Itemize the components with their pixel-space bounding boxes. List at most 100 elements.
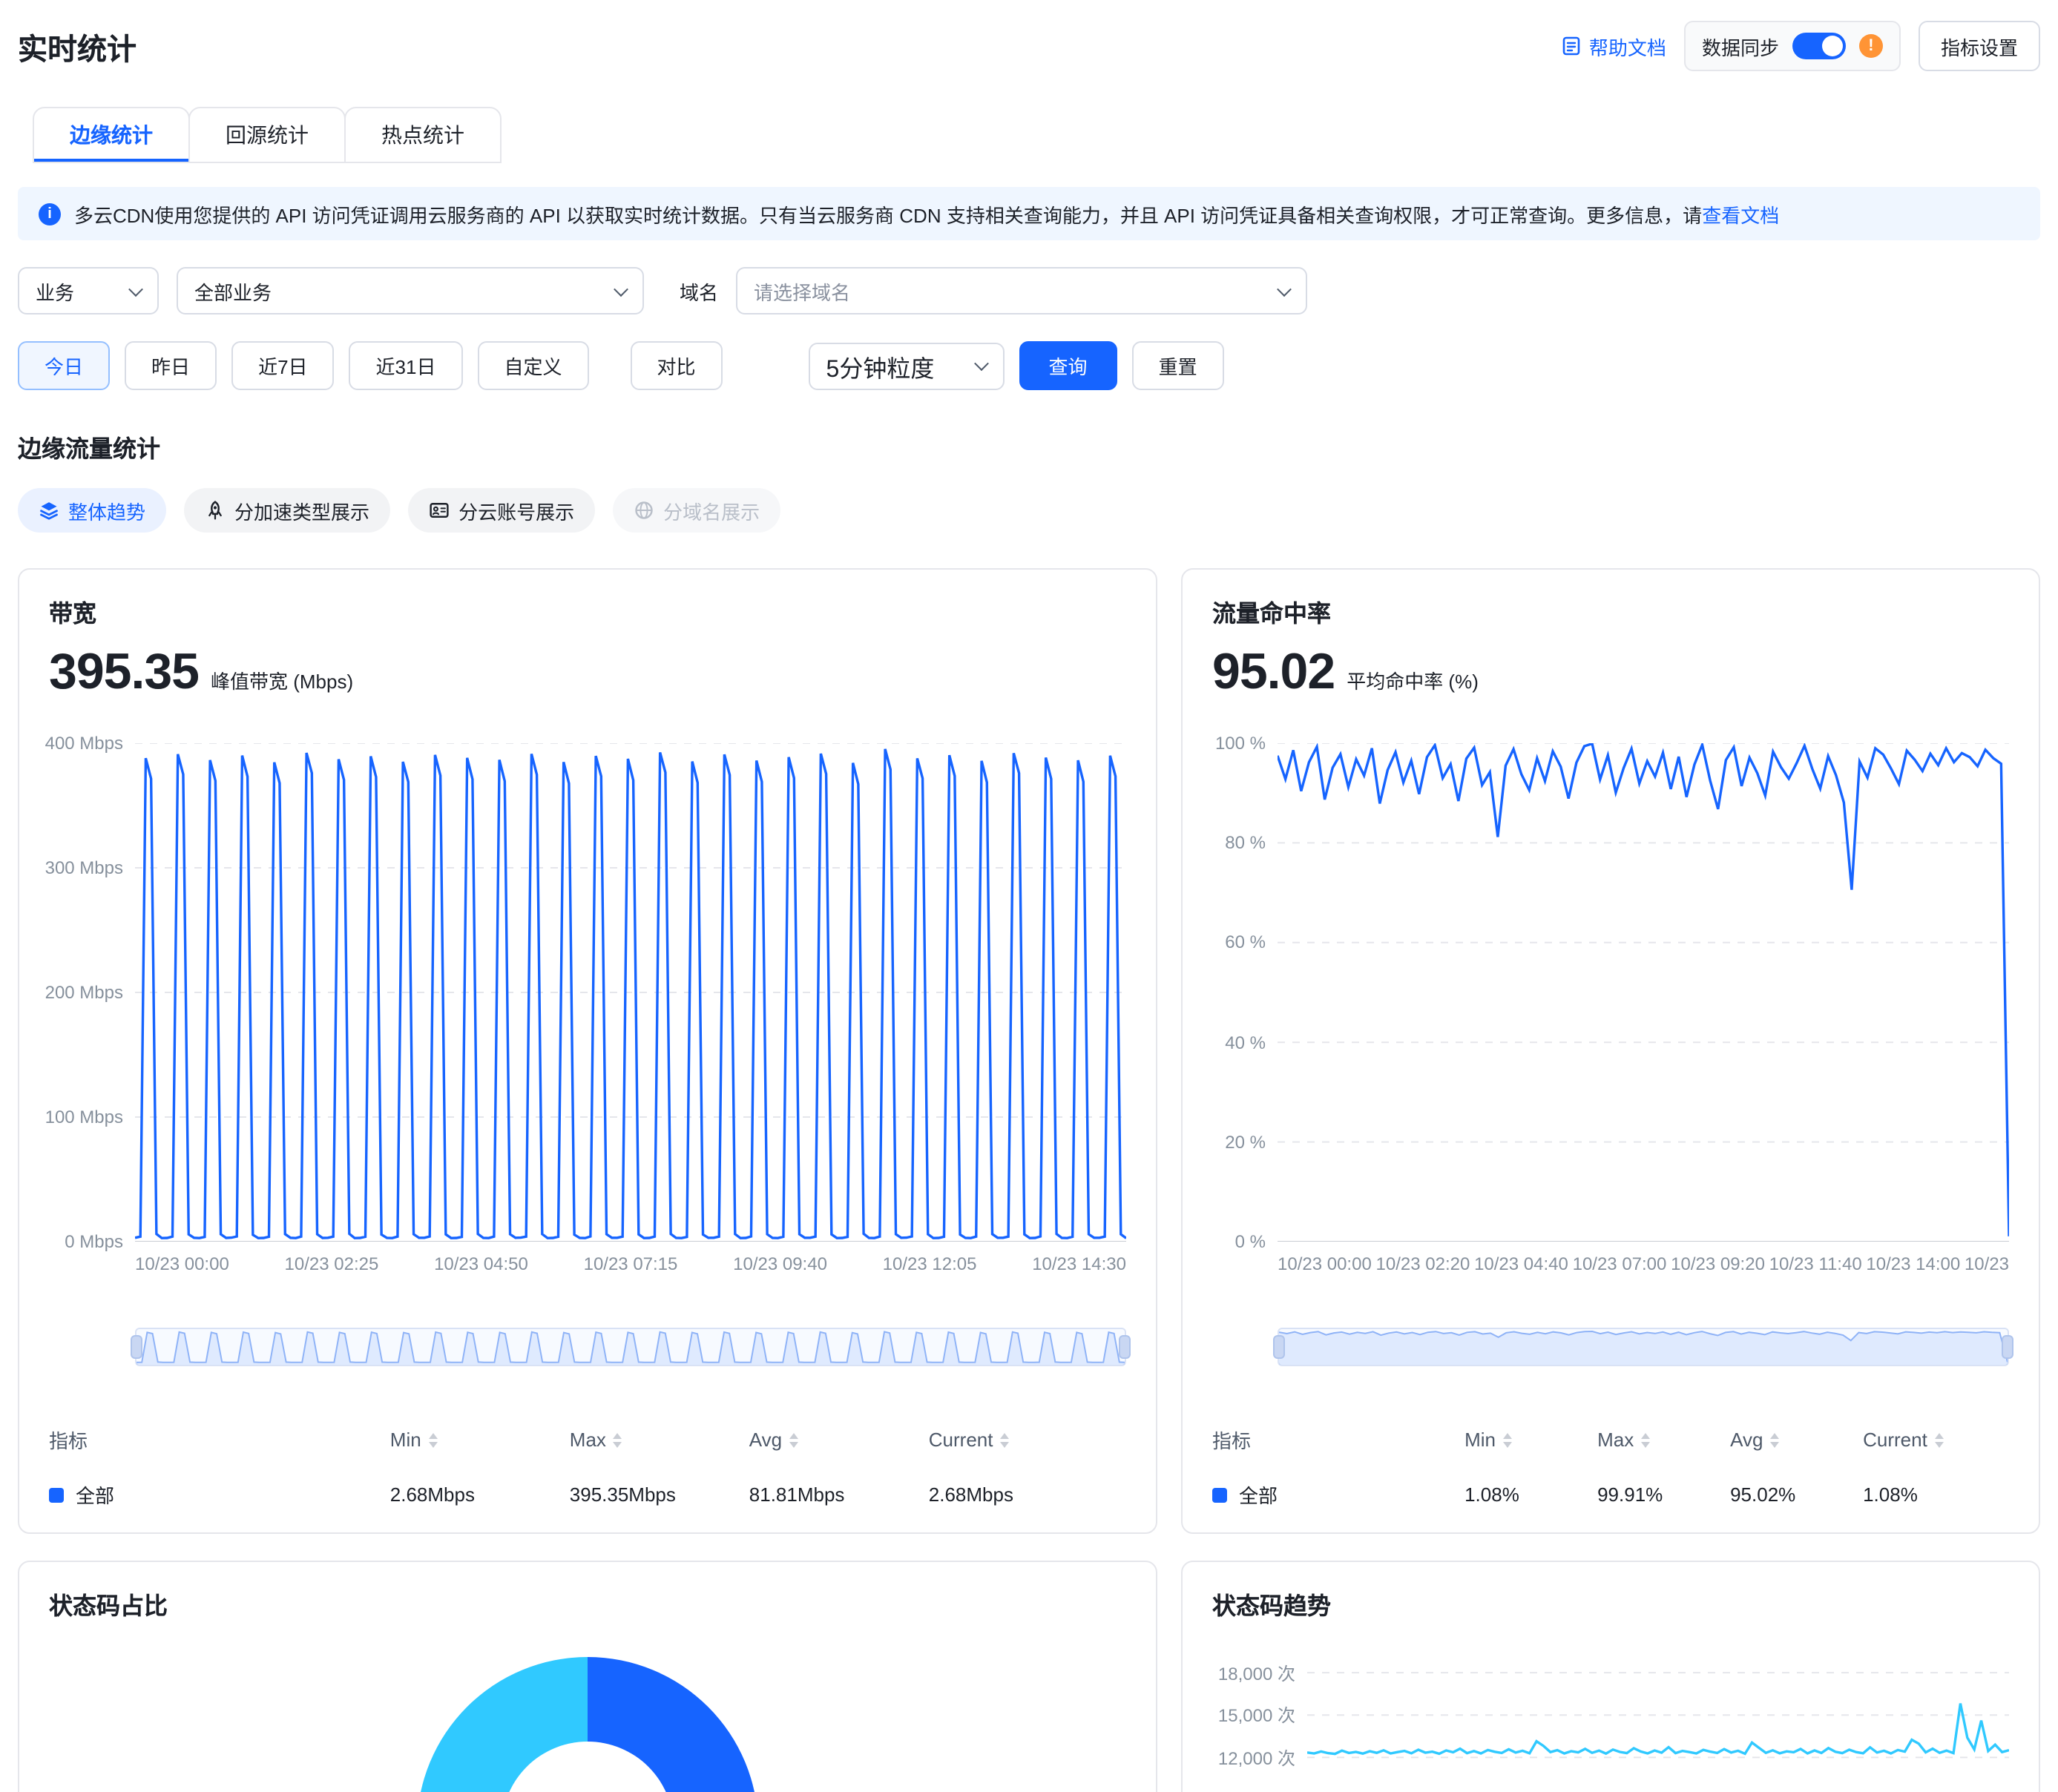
- view-chips: 整体趋势 分加速类型展示 分云账号展示 分域名展示: [18, 488, 2040, 533]
- app-window: 实时统计 帮助文档 数据同步 ! 指标设置 边缘统计 回源统计: [0, 0, 2058, 1792]
- reset-button[interactable]: 重置: [1132, 341, 1224, 390]
- series-swatch: [1212, 1487, 1227, 1502]
- business-type-select[interactable]: 业务: [18, 267, 159, 314]
- time-range-31d[interactable]: 近31日: [349, 341, 463, 390]
- avg-value: 81.81Mbps: [749, 1483, 929, 1506]
- hit-rate-card-title: 流量命中率: [1212, 593, 2009, 629]
- granularity-select[interactable]: 5分钟粒度: [809, 342, 1005, 389]
- metric-settings-button[interactable]: 指标设置: [1919, 21, 2040, 71]
- page-title: 实时统计: [18, 24, 137, 67]
- col-header-max[interactable]: Max: [570, 1429, 749, 1451]
- current-value: 2.68Mbps: [929, 1483, 1126, 1506]
- chevron-down-icon: [974, 356, 989, 371]
- status-code-trend-card: 状态码趋势 12,000 次15,000 次18,000 次: [1181, 1561, 2040, 1792]
- hit-rate-card: 流量命中率 95.02 平均命中率 (%) 0 %20 %40 %60 %80 …: [1181, 568, 2040, 1534]
- bandwidth-line-chart: [135, 743, 1126, 1242]
- sort-icon[interactable]: [1935, 1432, 1944, 1447]
- chip-overall-trend[interactable]: 整体趋势: [18, 488, 166, 533]
- sort-icon[interactable]: [1001, 1432, 1010, 1447]
- time-range-yesterday[interactable]: 昨日: [125, 341, 217, 390]
- chip-by-domain: 分域名展示: [613, 488, 780, 533]
- series-swatch: [49, 1487, 64, 1502]
- business-select[interactable]: 全部业务: [177, 267, 644, 314]
- brush-handle-left[interactable]: [1273, 1335, 1285, 1359]
- min-value: 2.68Mbps: [390, 1483, 570, 1506]
- series-label: 全部: [76, 1480, 114, 1509]
- info-banner: i 多云CDN使用您提供的 API 访问凭证调用云服务商的 API 以获取实时统…: [18, 187, 2040, 240]
- hit-rate-brush[interactable]: [1278, 1328, 2009, 1366]
- hit-rate-y-axis: 0 %20 %40 %60 %80 %100 %: [1212, 743, 1278, 1242]
- sort-icon[interactable]: [789, 1432, 798, 1447]
- series-label: 全部: [1239, 1480, 1278, 1509]
- bandwidth-brush[interactable]: [135, 1328, 1126, 1366]
- bandwidth-x-axis: 10/23 00:0010/23 02:2510/23 04:5010/23 0…: [49, 1254, 1126, 1274]
- hit-rate-avg-value: 95.02: [1212, 644, 1335, 702]
- data-sync-group: 数据同步 !: [1684, 21, 1901, 71]
- bandwidth-card-title: 带宽: [49, 593, 1126, 629]
- toggle-knob: [1822, 36, 1843, 56]
- help-doc-label: 帮助文档: [1589, 32, 1666, 60]
- sort-icon[interactable]: [1770, 1432, 1779, 1447]
- sort-icon[interactable]: [1503, 1432, 1512, 1447]
- bandwidth-peak-value: 395.35: [49, 644, 199, 702]
- data-sync-toggle[interactable]: [1792, 33, 1846, 59]
- time-range-today[interactable]: 今日: [18, 341, 110, 390]
- col-header-min[interactable]: Min: [1464, 1429, 1597, 1451]
- status-trend-y-axis: 12,000 次15,000 次18,000 次: [1212, 1630, 1307, 1792]
- hit-rate-x-axis: 10/23 00:0010/23 02:2010/23 04:4010/23 0…: [1212, 1254, 2009, 1274]
- col-header-metric: 指标: [1212, 1426, 1464, 1454]
- hit-rate-line-chart: [1278, 743, 2009, 1242]
- max-value: 99.91%: [1597, 1483, 1730, 1506]
- chevron-down-icon: [1277, 281, 1292, 296]
- hit-rate-brush-sparkline: [1279, 1329, 2008, 1365]
- tab-origin-stats[interactable]: 回源统计: [188, 107, 346, 163]
- query-button[interactable]: 查询: [1019, 341, 1117, 390]
- max-value: 395.35Mbps: [570, 1483, 749, 1506]
- status-code-ratio-title: 状态码占比: [49, 1586, 1126, 1621]
- brush-handle-right[interactable]: [2002, 1335, 2013, 1359]
- rocket-icon: [205, 500, 226, 521]
- current-value: 1.08%: [1863, 1483, 2009, 1506]
- chevron-down-icon: [128, 281, 143, 296]
- help-doc-link[interactable]: 帮助文档: [1561, 32, 1666, 60]
- time-controls: 今日 昨日 近7日 近31日 自定义 对比 5分钟粒度 查询 重置: [18, 341, 2040, 390]
- sort-icon[interactable]: [429, 1432, 438, 1447]
- status-code-ratio-card: 状态码占比: [18, 1561, 1157, 1792]
- compare-button[interactable]: 对比: [631, 341, 723, 390]
- col-header-current[interactable]: Current: [1863, 1429, 2009, 1451]
- tab-hotspot-stats[interactable]: 热点统计: [344, 107, 502, 163]
- header-actions: 帮助文档 数据同步 ! 指标设置: [1561, 21, 2040, 71]
- hit-rate-avg-label: 平均命中率 (%): [1347, 666, 1479, 694]
- col-header-current[interactable]: Current: [929, 1429, 1126, 1451]
- table-row: 全部 1.08% 99.91% 95.02% 1.08%: [1212, 1480, 2009, 1509]
- col-header-avg[interactable]: Avg: [1730, 1429, 1863, 1451]
- document-icon: [1561, 36, 1582, 56]
- view-docs-link[interactable]: 查看文档: [1702, 204, 1779, 226]
- filter-row: 业务 全部业务 域名 请选择域名: [18, 267, 2040, 314]
- time-range-custom[interactable]: 自定义: [477, 341, 588, 390]
- data-sync-label: 数据同步: [1702, 32, 1779, 60]
- col-header-min[interactable]: Min: [390, 1429, 570, 1451]
- col-header-avg[interactable]: Avg: [749, 1429, 929, 1451]
- chip-by-accel-type[interactable]: 分加速类型展示: [184, 488, 390, 533]
- sort-icon[interactable]: [1641, 1432, 1650, 1447]
- hit-rate-stats-table: 指标 Min Max Avg Current 全部 1.08% 99.91% 9…: [1212, 1426, 2009, 1509]
- chip-by-cloud-account[interactable]: 分云账号展示: [408, 488, 595, 533]
- brush-handle-left[interactable]: [131, 1335, 142, 1359]
- time-range-7d[interactable]: 近7日: [231, 341, 334, 390]
- avg-value: 95.02%: [1730, 1483, 1863, 1506]
- tab-edge-stats[interactable]: 边缘统计: [33, 107, 190, 163]
- status-code-trend-title: 状态码趋势: [1212, 1586, 2009, 1621]
- brush-handle-right[interactable]: [1119, 1335, 1131, 1359]
- tab-bar: 边缘统计 回源统计 热点统计: [33, 107, 2040, 163]
- col-header-metric: 指标: [49, 1426, 390, 1454]
- bandwidth-peak-label: 峰值带宽 (Mbps): [211, 666, 353, 694]
- sort-icon[interactable]: [614, 1432, 622, 1447]
- domain-label: 域名: [680, 277, 718, 305]
- col-header-max[interactable]: Max: [1597, 1429, 1730, 1451]
- domain-select[interactable]: 请选择域名: [736, 267, 1307, 314]
- warning-icon[interactable]: !: [1859, 34, 1883, 58]
- section-title: 边缘流量统计: [18, 429, 2040, 464]
- header: 实时统计 帮助文档 数据同步 ! 指标设置: [18, 21, 2040, 71]
- id-card-icon: [429, 500, 450, 521]
